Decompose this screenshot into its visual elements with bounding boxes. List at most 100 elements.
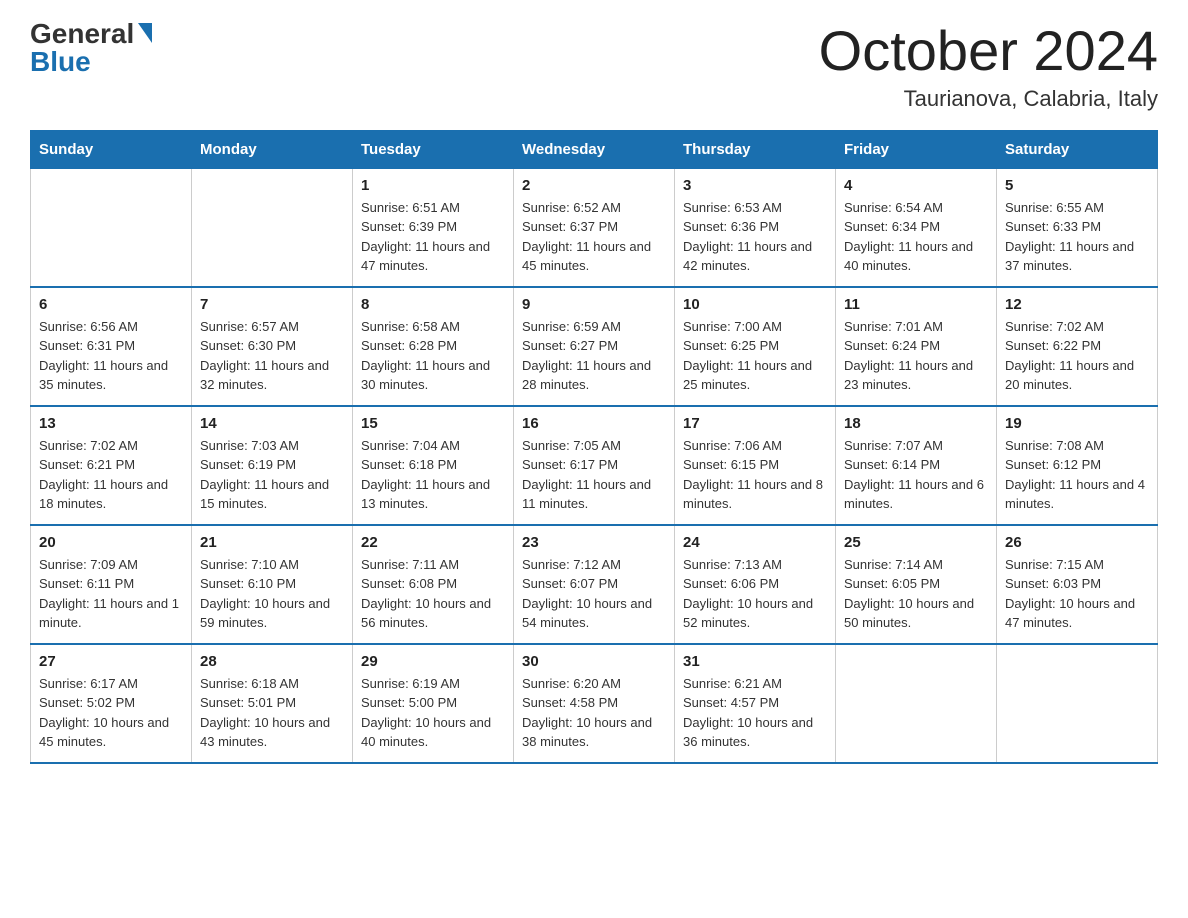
day-detail: Sunrise: 7:05 AMSunset: 6:17 PMDaylight:…	[522, 436, 666, 514]
day-detail: Sunrise: 6:59 AMSunset: 6:27 PMDaylight:…	[522, 317, 666, 395]
day-detail: Sunrise: 7:02 AMSunset: 6:22 PMDaylight:…	[1005, 317, 1149, 395]
day-number: 29	[361, 653, 505, 670]
day-detail: Sunrise: 7:04 AMSunset: 6:18 PMDaylight:…	[361, 436, 505, 514]
calendar-cell: 3Sunrise: 6:53 AMSunset: 6:36 PMDaylight…	[675, 168, 836, 287]
logo-triangle-icon	[138, 23, 152, 43]
calendar-cell: 28Sunrise: 6:18 AMSunset: 5:01 PMDayligh…	[192, 644, 353, 763]
calendar-week-row: 13 Sunrise: 7:02 AMSunset: 6:21 PMDayligh…	[31, 406, 1158, 525]
calendar-cell: 13 Sunrise: 7:02 AMSunset: 6:21 PMDayligh…	[31, 406, 192, 525]
calendar-cell: 29Sunrise: 6:19 AMSunset: 5:00 PMDayligh…	[353, 644, 514, 763]
calendar-cell: 7 Sunrise: 6:57 AMSunset: 6:30 PMDaylight…	[192, 287, 353, 406]
title-block: October 2024 Taurianova, Calabria, Italy	[819, 20, 1158, 112]
calendar-cell: 9 Sunrise: 6:59 AMSunset: 6:27 PMDaylight…	[514, 287, 675, 406]
calendar-cell: 12Sunrise: 7:02 AMSunset: 6:22 PMDayligh…	[997, 287, 1158, 406]
day-detail: Sunrise: 6:57 AMSunset: 6:30 PMDaylight:…	[200, 317, 344, 395]
day-detail: Sunrise: 7:02 AMSunset: 6:21 PMDaylight:…	[39, 436, 183, 514]
day-detail: Sunrise: 7:07 AMSunset: 6:14 PMDaylight:…	[844, 436, 988, 514]
calendar-cell	[997, 644, 1158, 763]
day-number: 10	[683, 296, 827, 313]
header-sunday: Sunday	[31, 130, 192, 168]
calendar-cell: 26 Sunrise: 7:15 AMSunset: 6:03 PMDayligh…	[997, 525, 1158, 644]
day-detail: Sunrise: 7:10 AMSunset: 6:10 PMDaylight:…	[200, 555, 344, 633]
day-number: 19	[1005, 415, 1149, 432]
calendar-cell	[836, 644, 997, 763]
calendar-cell: 19 Sunrise: 7:08 AMSunset: 6:12 PMDayligh…	[997, 406, 1158, 525]
day-number: 4	[844, 177, 988, 194]
calendar-cell: 17 Sunrise: 7:06 AMSunset: 6:15 PMDayligh…	[675, 406, 836, 525]
calendar-cell	[192, 168, 353, 287]
day-number: 22	[361, 534, 505, 551]
day-number: 6	[39, 296, 183, 313]
day-detail: Sunrise: 7:08 AMSunset: 6:12 PMDaylight:…	[1005, 436, 1149, 514]
calendar-cell: 8 Sunrise: 6:58 AMSunset: 6:28 PMDaylight…	[353, 287, 514, 406]
day-detail: Sunrise: 7:12 AMSunset: 6:07 PMDaylight:…	[522, 555, 666, 633]
calendar-cell	[31, 168, 192, 287]
day-detail: Sunrise: 6:20 AMSunset: 4:58 PMDaylight:…	[522, 674, 666, 752]
day-number: 30	[522, 653, 666, 670]
day-number: 17	[683, 415, 827, 432]
day-number: 21	[200, 534, 344, 551]
calendar-cell: 30 Sunrise: 6:20 AMSunset: 4:58 PMDayligh…	[514, 644, 675, 763]
calendar-cell: 24 Sunrise: 7:13 AMSunset: 6:06 PMDayligh…	[675, 525, 836, 644]
calendar-week-row: 27 Sunrise: 6:17 AMSunset: 5:02 PMDayligh…	[31, 644, 1158, 763]
calendar-cell: 6 Sunrise: 6:56 AMSunset: 6:31 PMDaylight…	[31, 287, 192, 406]
day-detail: Sunrise: 6:54 AMSunset: 6:34 PMDaylight:…	[844, 198, 988, 276]
day-detail: Sunrise: 6:56 AMSunset: 6:31 PMDaylight:…	[39, 317, 183, 395]
calendar-cell: 18 Sunrise: 7:07 AMSunset: 6:14 PMDayligh…	[836, 406, 997, 525]
day-detail: Sunrise: 7:15 AMSunset: 6:03 PMDaylight:…	[1005, 555, 1149, 633]
day-detail: Sunrise: 7:01 AMSunset: 6:24 PMDaylight:…	[844, 317, 988, 395]
calendar-cell: 2 Sunrise: 6:52 AMSunset: 6:37 PMDaylight…	[514, 168, 675, 287]
calendar-cell: 1Sunrise: 6:51 AMSunset: 6:39 PMDaylight…	[353, 168, 514, 287]
day-detail: Sunrise: 6:55 AMSunset: 6:33 PMDaylight:…	[1005, 198, 1149, 276]
calendar-cell: 11 Sunrise: 7:01 AMSunset: 6:24 PMDayligh…	[836, 287, 997, 406]
calendar-cell: 31 Sunrise: 6:21 AMSunset: 4:57 PMDayligh…	[675, 644, 836, 763]
day-number: 14	[200, 415, 344, 432]
calendar-cell: 5Sunrise: 6:55 AMSunset: 6:33 PMDaylight…	[997, 168, 1158, 287]
calendar-cell: 23 Sunrise: 7:12 AMSunset: 6:07 PMDayligh…	[514, 525, 675, 644]
calendar-header-row: Sunday Monday Tuesday Wednesday Thursday…	[31, 130, 1158, 168]
calendar-table: Sunday Monday Tuesday Wednesday Thursday…	[30, 130, 1158, 764]
day-detail: Sunrise: 7:09 AMSunset: 6:11 PMDaylight:…	[39, 555, 183, 633]
calendar-cell: 14 Sunrise: 7:03 AMSunset: 6:19 PMDayligh…	[192, 406, 353, 525]
header-friday: Friday	[836, 130, 997, 168]
calendar-cell: 20 Sunrise: 7:09 AMSunset: 6:11 PMDayligh…	[31, 525, 192, 644]
day-number: 23	[522, 534, 666, 551]
day-number: 13	[39, 415, 183, 432]
calendar-cell: 4 Sunrise: 6:54 AMSunset: 6:34 PMDaylight…	[836, 168, 997, 287]
day-detail: Sunrise: 6:58 AMSunset: 6:28 PMDaylight:…	[361, 317, 505, 395]
day-number: 11	[844, 296, 988, 313]
header-thursday: Thursday	[675, 130, 836, 168]
calendar-cell: 16 Sunrise: 7:05 AMSunset: 6:17 PMDayligh…	[514, 406, 675, 525]
calendar-week-row: 6 Sunrise: 6:56 AMSunset: 6:31 PMDaylight…	[31, 287, 1158, 406]
day-detail: Sunrise: 7:00 AMSunset: 6:25 PMDaylight:…	[683, 317, 827, 395]
subtitle: Taurianova, Calabria, Italy	[819, 86, 1158, 112]
day-detail: Sunrise: 6:53 AMSunset: 6:36 PMDaylight:…	[683, 198, 827, 276]
calendar-cell: 21 Sunrise: 7:10 AMSunset: 6:10 PMDayligh…	[192, 525, 353, 644]
header-wednesday: Wednesday	[514, 130, 675, 168]
day-number: 7	[200, 296, 344, 313]
day-detail: Sunrise: 6:18 AMSunset: 5:01 PMDaylight:…	[200, 674, 344, 752]
calendar-cell: 27 Sunrise: 6:17 AMSunset: 5:02 PMDayligh…	[31, 644, 192, 763]
day-number: 24	[683, 534, 827, 551]
day-number: 9	[522, 296, 666, 313]
day-number: 31	[683, 653, 827, 670]
day-number: 26	[1005, 534, 1149, 551]
day-detail: Sunrise: 7:03 AMSunset: 6:19 PMDaylight:…	[200, 436, 344, 514]
day-detail: Sunrise: 6:17 AMSunset: 5:02 PMDaylight:…	[39, 674, 183, 752]
day-number: 8	[361, 296, 505, 313]
calendar-week-row: 20 Sunrise: 7:09 AMSunset: 6:11 PMDayligh…	[31, 525, 1158, 644]
calendar-cell: 22 Sunrise: 7:11 AMSunset: 6:08 PMDayligh…	[353, 525, 514, 644]
day-number: 20	[39, 534, 183, 551]
calendar-cell: 10 Sunrise: 7:00 AMSunset: 6:25 PMDayligh…	[675, 287, 836, 406]
logo: General Blue	[30, 20, 152, 76]
day-detail: Sunrise: 7:11 AMSunset: 6:08 PMDaylight:…	[361, 555, 505, 633]
day-number: 27	[39, 653, 183, 670]
day-detail: Sunrise: 6:52 AMSunset: 6:37 PMDaylight:…	[522, 198, 666, 276]
day-number: 18	[844, 415, 988, 432]
calendar-week-row: 1Sunrise: 6:51 AMSunset: 6:39 PMDaylight…	[31, 168, 1158, 287]
day-number: 2	[522, 177, 666, 194]
day-detail: Sunrise: 7:06 AMSunset: 6:15 PMDaylight:…	[683, 436, 827, 514]
day-detail: Sunrise: 6:21 AMSunset: 4:57 PMDaylight:…	[683, 674, 827, 752]
day-number: 16	[522, 415, 666, 432]
day-detail: Sunrise: 7:13 AMSunset: 6:06 PMDaylight:…	[683, 555, 827, 633]
